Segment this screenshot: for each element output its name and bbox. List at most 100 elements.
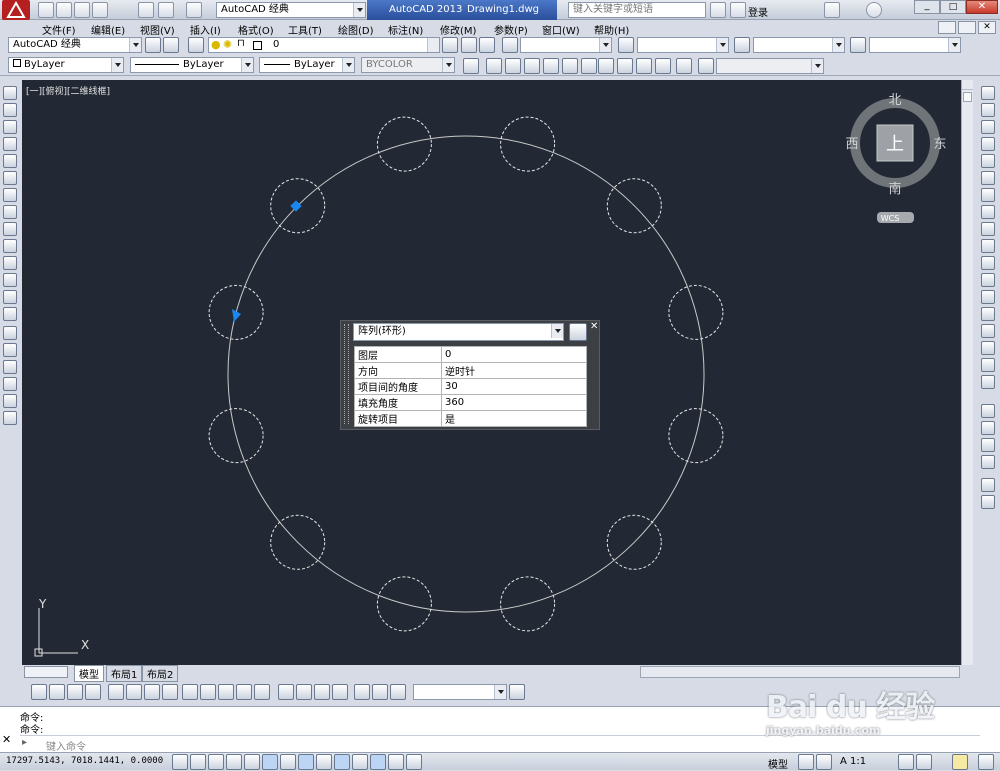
- text-style-dropdown[interactable]: [520, 37, 612, 53]
- table-style-icon[interactable]: [734, 37, 750, 53]
- minimize-button[interactable]: _: [914, 0, 940, 14]
- viewcube-east[interactable]: 东: [933, 137, 946, 152]
- view-top-icon[interactable]: [486, 58, 502, 74]
- extend-icon[interactable]: [981, 256, 995, 270]
- save-as-icon[interactable]: [92, 2, 108, 18]
- region-icon[interactable]: [3, 360, 17, 374]
- view-back-icon[interactable]: [581, 58, 597, 74]
- dim-ordinate-icon[interactable]: [85, 684, 101, 700]
- wcs-label[interactable]: WCS: [881, 214, 900, 223]
- table-style-dropdown[interactable]: [753, 37, 845, 53]
- drawing-canvas[interactable]: [一][俯视][二维线框] Y X 上 北 南 东 西 WCS 阵列(环形) ✕: [22, 80, 961, 665]
- dynamic-input-icon[interactable]: [334, 754, 350, 770]
- make-block-icon[interactable]: [3, 290, 17, 304]
- table-icon[interactable]: [3, 377, 17, 391]
- menu-modify[interactable]: 修改(M): [440, 22, 476, 37]
- polyline-icon[interactable]: [3, 120, 17, 134]
- scroll-up-arrow[interactable]: [962, 80, 973, 90]
- dim-space-icon[interactable]: [236, 684, 252, 700]
- dynamic-ucs-icon[interactable]: [316, 754, 332, 770]
- menu-file[interactable]: 文件(F): [42, 22, 76, 37]
- rectangle-icon[interactable]: [3, 154, 17, 168]
- menu-format[interactable]: 格式(O): [238, 22, 274, 37]
- toolbar-lock-icon[interactable]: [916, 754, 932, 770]
- vertical-scrollbar[interactable]: [961, 80, 973, 665]
- layer-previous-icon[interactable]: [461, 37, 477, 53]
- selection-cycling-icon[interactable]: [406, 754, 422, 770]
- dim-jogged-icon[interactable]: [126, 684, 142, 700]
- erase-icon[interactable]: [981, 86, 995, 100]
- quick-dim-icon[interactable]: [182, 684, 198, 700]
- horizontal-scrollbar[interactable]: [640, 666, 960, 678]
- dim-linear-icon[interactable]: [31, 684, 47, 700]
- maximize-button[interactable]: □: [940, 0, 966, 14]
- blend-curves-icon[interactable]: [981, 358, 995, 372]
- viewcube-west[interactable]: 西: [845, 137, 858, 152]
- add-selected-icon[interactable]: [3, 411, 17, 425]
- hatch-icon[interactable]: [3, 326, 17, 340]
- dim-text-edit-icon[interactable]: [372, 684, 388, 700]
- save-icon[interactable]: [74, 2, 90, 18]
- center-mark-icon[interactable]: [296, 684, 312, 700]
- offset-icon[interactable]: [981, 137, 995, 151]
- isolate-objects-icon[interactable]: [952, 754, 968, 770]
- stretch-icon[interactable]: [981, 222, 995, 236]
- dim-break-icon[interactable]: [254, 684, 270, 700]
- infer-constraints-icon[interactable]: [172, 754, 188, 770]
- menu-window[interactable]: 窗口(W): [542, 22, 580, 37]
- menu-insert[interactable]: 插入(I): [190, 22, 221, 37]
- dim-aligned-icon[interactable]: [49, 684, 65, 700]
- draw-order-under-icon[interactable]: [981, 455, 995, 469]
- view-bottom-icon[interactable]: [505, 58, 521, 74]
- panel-grip[interactable]: [344, 324, 349, 424]
- workspace-dropdown[interactable]: AutoCAD 经典: [216, 2, 366, 18]
- draw-order-front-icon[interactable]: [981, 404, 995, 418]
- coordinates[interactable]: 17297.5143, 7018.1441, 0.0000: [6, 756, 163, 766]
- doc-minimize-button[interactable]: [938, 21, 956, 34]
- draw-order-above-icon[interactable]: [981, 438, 995, 452]
- text-to-front-icon[interactable]: [981, 478, 995, 492]
- doc-restore-button[interactable]: [958, 21, 976, 34]
- dim-continue-icon[interactable]: [218, 684, 234, 700]
- help-icon[interactable]: [866, 2, 882, 18]
- dim-arc-length-icon[interactable]: [67, 684, 83, 700]
- grip-square[interactable]: [290, 200, 302, 212]
- dim-edit-icon[interactable]: [354, 684, 370, 700]
- property-value[interactable]: 逆时针: [441, 362, 587, 379]
- lineweight-display-icon[interactable]: [352, 754, 368, 770]
- polygon-icon[interactable]: [3, 137, 17, 151]
- multileader-style-icon[interactable]: [850, 37, 866, 53]
- ellipse-arc-icon[interactable]: [3, 256, 17, 270]
- viewcube-north[interactable]: 北: [888, 93, 901, 108]
- object-snap-icon[interactable]: [262, 754, 278, 770]
- dim-style-toolbar-dropdown[interactable]: [413, 684, 507, 700]
- dim-style-dropdown[interactable]: [637, 37, 729, 53]
- property-value[interactable]: 是: [441, 410, 587, 427]
- tab-layout1[interactable]: 布局1: [106, 665, 143, 682]
- dim-diameter-icon[interactable]: [144, 684, 160, 700]
- command-close-icon[interactable]: ✕: [2, 733, 16, 747]
- layer-dropdown[interactable]: ● ✺ ⊓ 0: [208, 37, 440, 53]
- dim-style-manager-icon[interactable]: [509, 684, 525, 700]
- explode-icon[interactable]: [981, 375, 995, 389]
- close-button[interactable]: ✕: [966, 0, 998, 14]
- gradient-icon[interactable]: [3, 343, 17, 357]
- tolerance-icon[interactable]: [278, 684, 294, 700]
- binoculars-icon[interactable]: [710, 2, 726, 18]
- snap-mode-icon[interactable]: [190, 754, 206, 770]
- make-current-layer-icon[interactable]: [442, 37, 458, 53]
- polar-tracking-icon[interactable]: [244, 754, 260, 770]
- view-right-icon[interactable]: [543, 58, 559, 74]
- inspect-icon[interactable]: [314, 684, 330, 700]
- layer-states-icon[interactable]: [479, 37, 495, 53]
- user-icon[interactable]: [730, 2, 746, 18]
- text-style-icon[interactable]: [502, 37, 518, 53]
- grid-display-icon[interactable]: [208, 754, 224, 770]
- ellipse-icon[interactable]: [3, 239, 17, 253]
- workspace-settings-icon[interactable]: [145, 37, 161, 53]
- object-type-dropdown[interactable]: 阵列(环形): [353, 323, 564, 341]
- scroll-thumb[interactable]: [963, 92, 972, 102]
- layer-manager-icon[interactable]: [188, 37, 204, 53]
- construction-line-icon[interactable]: [3, 103, 17, 117]
- named-view-icon[interactable]: [698, 58, 714, 74]
